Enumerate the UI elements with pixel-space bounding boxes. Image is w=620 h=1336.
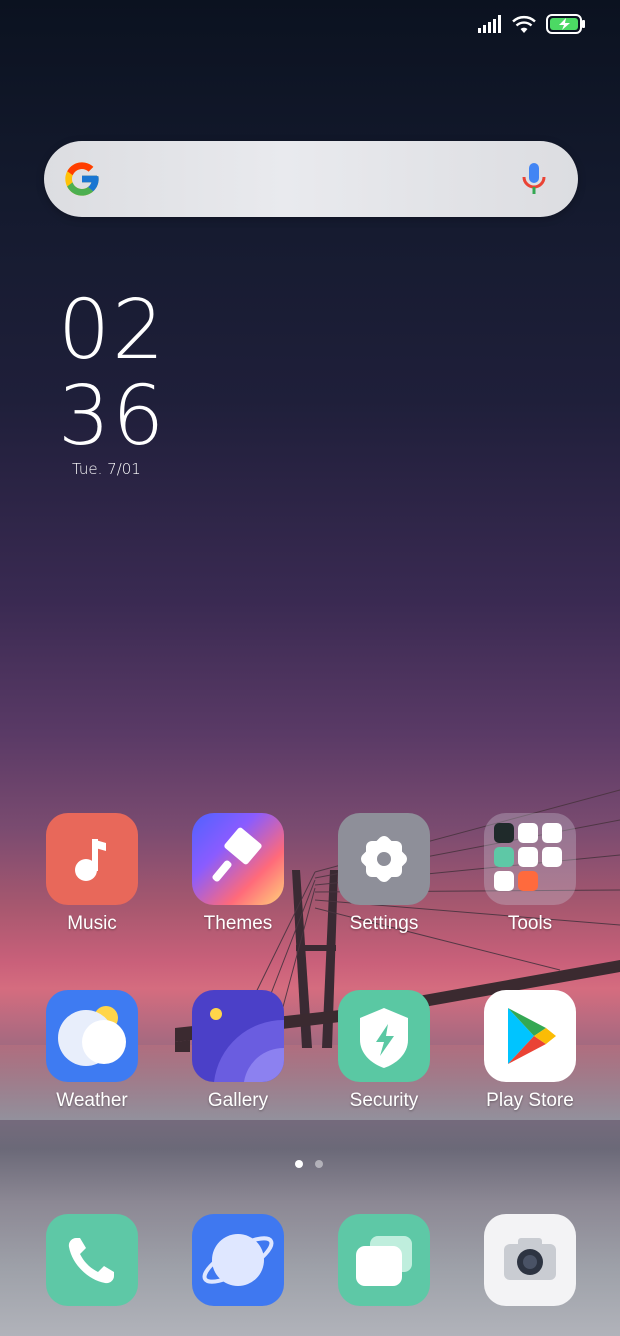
screen-recorder-icon <box>518 871 538 891</box>
app-label: Weather <box>56 1090 128 1111</box>
google-g-icon <box>65 162 99 196</box>
app-label: Gallery <box>207 1090 269 1111</box>
dock-messaging[interactable] <box>324 1214 444 1306</box>
music-note-icon <box>46 813 138 905</box>
app-weather[interactable]: Weather <box>32 990 152 1112</box>
app-settings[interactable]: Settings <box>324 813 444 935</box>
clock-widget[interactable]: 02 36 Tue. 7/01 <box>58 290 166 477</box>
app-label: Music <box>67 913 117 934</box>
app-gallery[interactable]: Gallery <box>178 990 298 1112</box>
contacts-icon <box>494 847 514 867</box>
gallery-icon <box>192 990 284 1082</box>
play-movies-icon <box>542 823 562 843</box>
folder-tools[interactable]: Tools <box>470 813 590 935</box>
shield-icon <box>338 990 430 1082</box>
chat-bubble-icon <box>338 1214 430 1306</box>
status-bar <box>478 14 586 34</box>
microphone-icon[interactable] <box>518 161 550 197</box>
page-dot[interactable] <box>315 1160 323 1168</box>
app-label: Security <box>349 1090 419 1111</box>
dock-phone[interactable] <box>32 1214 152 1306</box>
weather-icon <box>46 990 138 1082</box>
dock-camera[interactable] <box>470 1214 590 1306</box>
app-themes[interactable]: Themes <box>178 813 298 935</box>
folder-icon <box>484 813 576 905</box>
camera-icon <box>484 1214 576 1306</box>
clock-hours: 02 <box>58 283 167 378</box>
gmail-icon <box>518 847 538 867</box>
signal-icon <box>478 15 501 33</box>
app-label: Settings <box>349 913 419 934</box>
dock-browser[interactable] <box>178 1214 298 1306</box>
youtube-icon <box>494 871 514 891</box>
app-music[interactable]: Music <box>32 813 152 935</box>
clock-date: Tue. 7/01 <box>72 460 141 478</box>
google-search-bar[interactable] <box>44 141 578 217</box>
maps-icon <box>494 823 514 843</box>
page-dot-active[interactable] <box>295 1160 303 1168</box>
phone-icon <box>46 1214 138 1306</box>
battery-charging-icon <box>546 14 585 34</box>
play-store-icon <box>484 990 576 1082</box>
play-games-icon <box>518 823 538 843</box>
paintbrush-icon <box>192 813 284 905</box>
page-indicator[interactable] <box>295 1160 323 1168</box>
chrome-icon <box>542 847 562 867</box>
planet-icon <box>192 1214 284 1306</box>
app-label: Themes <box>203 913 273 934</box>
home-screen: 02 36 Tue. 7/01 Music Themes Settings To… <box>0 0 620 1336</box>
clock-minutes: 36 <box>58 369 167 464</box>
gear-icon <box>338 813 430 905</box>
app-play-store[interactable]: Play Store <box>470 990 590 1112</box>
app-label: Play Store <box>486 1090 574 1111</box>
wifi-icon <box>512 15 536 33</box>
app-security[interactable]: Security <box>324 990 444 1112</box>
app-label: Tools <box>507 913 553 934</box>
